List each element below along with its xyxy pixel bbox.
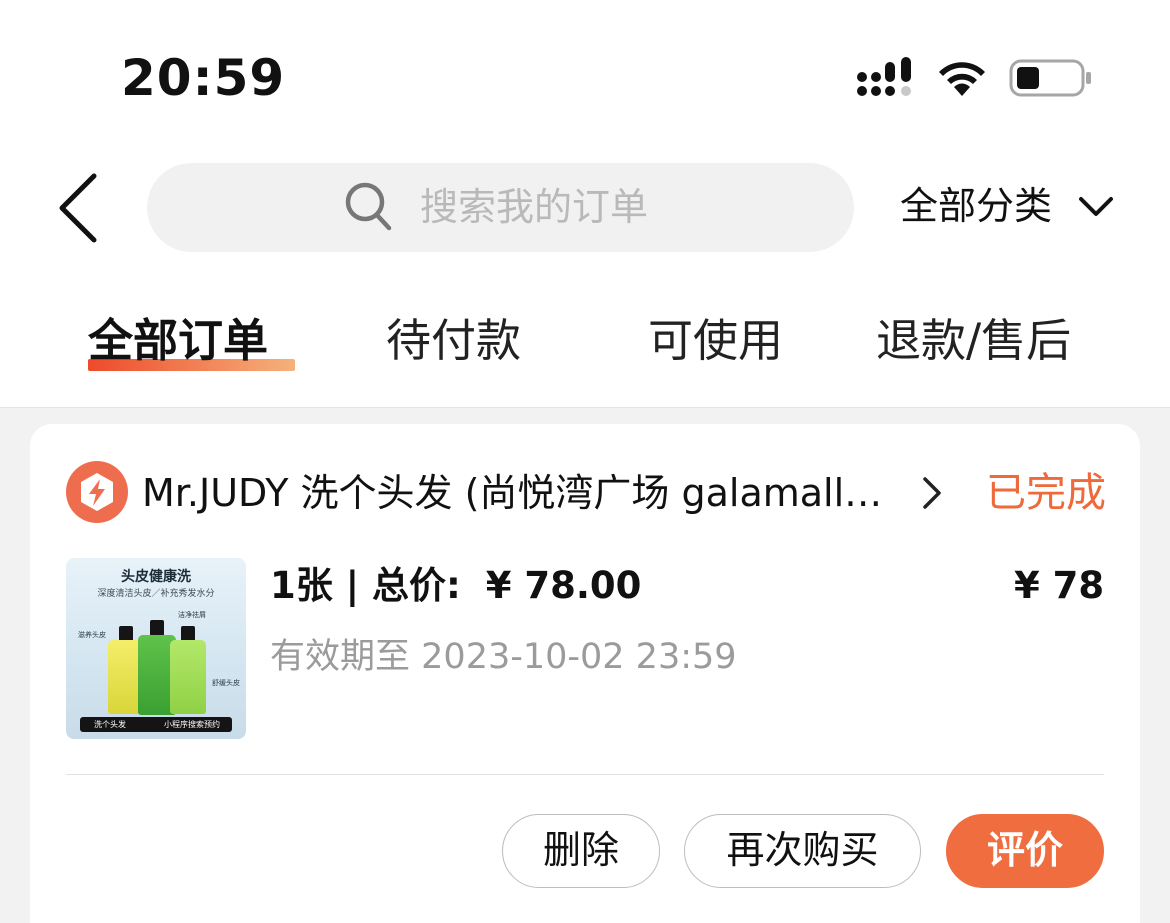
bottle-cap <box>181 626 195 641</box>
search-icon <box>345 182 392 231</box>
card-divider <box>66 774 1104 775</box>
battery-icon <box>1009 59 1091 97</box>
summary-separator: | <box>345 564 360 607</box>
shop-logo-icon <box>66 461 128 523</box>
buy-again-button[interactable]: 再次购买 <box>684 814 921 888</box>
tab-usable[interactable]: 可使用 <box>648 312 783 370</box>
thumbnail-tag-bar: 洗个头发 小程序搜索预约 <box>80 717 232 732</box>
total-label: 总价: <box>372 564 461 607</box>
total-price: ¥ 78.00 <box>485 564 642 607</box>
thumbnail-subtitle: 深度清洁头皮／补充秀发水分 <box>97 589 215 599</box>
category-filter-label[interactable]: 全部分类 <box>900 182 1052 230</box>
order-status: 已完成 <box>986 470 1106 516</box>
product-thumbnail[interactable]: 头皮健康洗 深度清洁头皮／补充秀发水分 洁净祛屑 滋养头皮 舒缓头皮 洗个头发 … <box>66 558 246 739</box>
thumbnail-caption: 洁净祛屑 <box>178 611 206 619</box>
review-button[interactable]: 评价 <box>946 814 1104 888</box>
wifi-icon <box>939 62 985 96</box>
chevron-down-icon[interactable] <box>1078 196 1114 218</box>
order-card: Mr.JUDY 洗个头发 (尚悦湾广场 galamall… 已完成 头皮健康洗 … <box>30 424 1140 923</box>
validity-line: 有效期至 2023-10-02 23:59 <box>270 633 737 681</box>
thumbnail-mini-program-tag: 小程序搜索预约 <box>164 720 220 729</box>
header-area: 20:59 搜索我的订单 全部分类 全部订单 待付款 可使用 退款/售后 <box>0 0 1170 408</box>
validity-label: 有效期至 <box>270 637 411 677</box>
chevron-right-icon[interactable] <box>922 476 942 510</box>
bottle-cap <box>150 620 164 636</box>
validity-date: 2023-10-02 23:59 <box>421 637 737 677</box>
shop-name[interactable]: Mr.JUDY 洗个头发 (尚悦湾广场 galamall… <box>142 468 887 518</box>
delete-button[interactable]: 删除 <box>502 814 660 888</box>
bottle-cap <box>119 626 133 641</box>
order-summary: 1张 | 总价: ¥ 78.00 <box>270 561 641 611</box>
thumbnail-title: 头皮健康洗 <box>121 569 191 585</box>
tab-all-orders[interactable]: 全部订单 <box>88 312 268 370</box>
signal-icon <box>857 57 911 96</box>
back-arrow-icon[interactable] <box>52 170 104 246</box>
tab-pending-payment[interactable]: 待付款 <box>386 312 521 370</box>
thumbnail-caption: 滋养头皮 <box>78 631 106 639</box>
thumbnail-caption: 舒缓头皮 <box>212 679 240 687</box>
search-bar[interactable]: 搜索我的订单 <box>147 163 854 252</box>
bottle-lightgreen <box>170 640 206 714</box>
thumbnail-search-tag: 洗个头发 <box>94 720 126 729</box>
search-placeholder: 搜索我的订单 <box>420 185 649 229</box>
status-time: 20:59 <box>121 49 286 107</box>
order-quantity: 1张 <box>270 564 333 607</box>
tab-refund-aftersale[interactable]: 退款/售后 <box>876 312 1071 370</box>
item-price: ¥ 78 <box>1014 564 1105 607</box>
